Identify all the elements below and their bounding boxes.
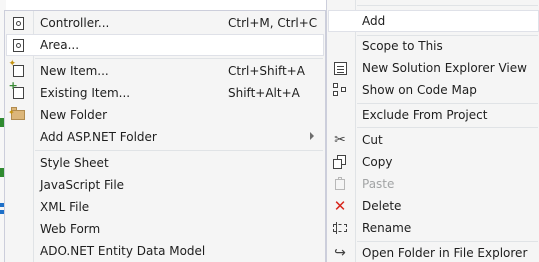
menu-item-exclude-from-project[interactable]: Exclude From Project — [328, 104, 539, 126]
menu-item-label: Open Folder in File Explorer — [362, 246, 528, 260]
menu-item-xml-file[interactable]: XML File — [6, 196, 324, 218]
rename-icon — [332, 220, 348, 236]
menu-item-label: Web Form — [40, 222, 101, 236]
menu-item-label: Paste — [362, 177, 395, 191]
menu-item-label: JavaScript File — [40, 178, 125, 192]
menu-item-label: Add ASP.NET Folder — [40, 130, 157, 144]
menu-item-label: Scope to This — [362, 39, 443, 53]
menu-item-scope-to-this[interactable]: Scope to This — [328, 35, 539, 57]
new-folder-icon: ✦ — [8, 107, 26, 123]
menu-item-label: Copy — [362, 155, 393, 169]
screen: Controller... Ctrl+M, Ctrl+C Area... ✦ N… — [0, 0, 539, 262]
menu-item-copy[interactable]: Copy — [328, 151, 539, 173]
menu-item-open-folder-in-file-explorer[interactable]: ↪ Open Folder in File Explorer — [328, 242, 539, 262]
menu-separator — [357, 127, 538, 128]
code-map-icon — [332, 82, 348, 98]
menu-item-existing-item[interactable]: + Existing Item... Shift+Alt+A — [6, 80, 324, 104]
menu-item-cut[interactable]: ✂ Cut — [328, 129, 539, 151]
cut-icon: ✂ — [334, 132, 346, 148]
solution-explorer-icon — [332, 60, 348, 76]
menu-item-label: Style Sheet — [40, 156, 109, 170]
copy-icon — [332, 154, 348, 170]
delete-icon: ✕ — [333, 197, 347, 215]
menu-separator — [35, 58, 323, 59]
menu-item-label: Existing Item... — [40, 86, 131, 100]
menu-item-area[interactable]: Area... — [6, 34, 324, 56]
menu-item-paste[interactable]: Paste — [328, 173, 539, 195]
add-submenu: Controller... Ctrl+M, Ctrl+C Area... ✦ N… — [4, 10, 326, 262]
area-icon — [10, 37, 26, 53]
menu-separator — [35, 150, 323, 151]
menu-item-label: New Solution Explorer View — [362, 61, 527, 75]
menu-item-shortcut: Ctrl+Shift+A — [228, 64, 305, 78]
menu-item-style-sheet[interactable]: Style Sheet — [6, 152, 324, 174]
menu-item-new-folder[interactable]: ✦ New Folder — [6, 104, 324, 126]
menu-item-new-solution-explorer-view[interactable]: New Solution Explorer View — [328, 57, 539, 79]
menu-item-label: Cut — [362, 133, 383, 147]
menu-item-label: New Item... — [40, 64, 109, 78]
menu-item-ado-net-entity-data-model[interactable]: ADO.NET Entity Data Model — [6, 240, 324, 262]
paste-icon — [332, 176, 348, 192]
menu-item-shortcut: Ctrl+M, Ctrl+C — [228, 16, 318, 30]
menu-item-rename[interactable]: Rename — [328, 217, 539, 239]
open-folder-icon: ↪ — [334, 245, 346, 261]
menu-item-label: Delete — [362, 199, 402, 213]
existing-item-icon: + — [9, 80, 26, 101]
menu-item-delete[interactable]: ✕ Delete — [328, 195, 539, 217]
menu-item-javascript-file[interactable]: JavaScript File — [6, 174, 324, 196]
menu-item-add-aspnet-folder[interactable]: Add ASP.NET Folder — [6, 126, 324, 148]
menu-item-label: Exclude From Project — [362, 108, 488, 122]
menu-item-label: Add — [362, 14, 386, 28]
menu-item-label: ADO.NET Entity Data Model — [40, 244, 206, 258]
menu-item-label: Rename — [362, 221, 412, 235]
menu-item-controller[interactable]: Controller... Ctrl+M, Ctrl+C — [6, 12, 324, 34]
menu-item-add[interactable]: Add — [328, 10, 539, 32]
menu-item-label: New Folder — [40, 108, 108, 122]
menu-item-web-form[interactable]: Web Form — [6, 218, 324, 240]
new-item-icon: ✦ — [9, 60, 26, 79]
menu-item-label: Controller... — [40, 16, 110, 30]
menu-item-shortcut: Shift+Alt+A — [228, 86, 300, 100]
context-menu: Add Scope to This New Solution Explorer … — [326, 0, 539, 262]
controller-icon — [10, 15, 26, 31]
menu-item-label: Show on Code Map — [362, 83, 477, 97]
menu-item-new-item[interactable]: ✦ New Item... Ctrl+Shift+A — [6, 60, 324, 82]
menu-separator — [357, 5, 538, 6]
menu-item-show-on-code-map[interactable]: Show on Code Map — [328, 79, 539, 101]
menu-item-label: XML File — [40, 200, 90, 214]
menu-item-label: Area... — [40, 38, 80, 52]
submenu-arrow-icon — [310, 132, 314, 140]
